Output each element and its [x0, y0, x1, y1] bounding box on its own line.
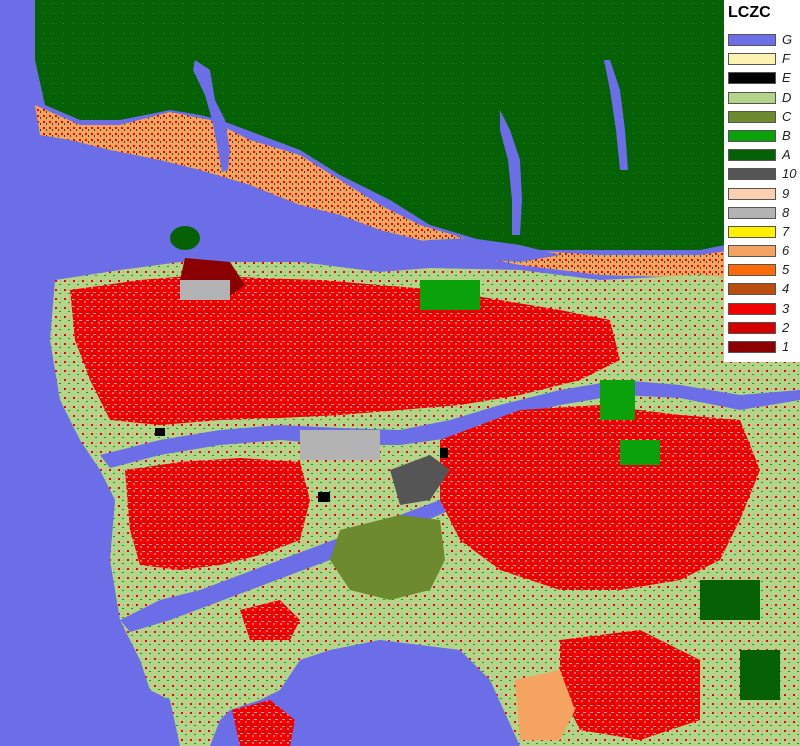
legend-item: 5 — [728, 261, 800, 280]
legend-swatch — [728, 187, 776, 200]
legend-item: C — [728, 108, 800, 127]
legend-title: LCZC — [728, 4, 771, 21]
legend-label: 4 — [782, 281, 790, 297]
legend-label: G — [782, 32, 793, 47]
bare-rock — [155, 428, 165, 436]
legend-label: 3 — [782, 300, 790, 316]
legend-swatch — [728, 34, 776, 46]
legend-item: B — [728, 127, 800, 146]
legend-label: D — [782, 89, 792, 105]
legend-label: 8 — [782, 204, 790, 220]
legend-swatch — [728, 206, 776, 219]
legend-label: A — [782, 147, 791, 163]
legend-label: 2 — [782, 319, 790, 335]
legend-swatch — [728, 129, 776, 142]
legend-item: 2 — [728, 319, 800, 338]
forest-patch — [700, 580, 760, 620]
legend-label: 5 — [782, 262, 790, 278]
legend-swatch — [728, 91, 776, 104]
green-patch-2 — [600, 380, 635, 420]
legend-label: E — [782, 70, 791, 86]
legend-label: 7 — [782, 223, 790, 239]
legend-item: E — [728, 69, 800, 88]
legend-label: 6 — [782, 243, 790, 259]
legend-swatch — [728, 168, 776, 181]
legend-swatch — [728, 283, 776, 296]
forest-patch-2 — [740, 650, 780, 700]
legend-swatch — [728, 341, 776, 353]
legend-item: G — [728, 31, 800, 50]
legend-item: 9 — [728, 185, 800, 204]
legend-swatch — [728, 321, 776, 334]
legend-swatch — [728, 245, 776, 258]
legend-label: 9 — [782, 185, 790, 201]
legend-item: 10 — [728, 165, 800, 184]
legend-item: 3 — [728, 300, 800, 319]
legend-label: C — [782, 108, 792, 124]
map-legend: LCZC G F E D C B A 10 9 8 7 6 5 4 3 2 1 — [724, 0, 800, 362]
green-patch-3 — [420, 280, 480, 310]
legend-item: 8 — [728, 204, 800, 223]
bare-rock-3 — [440, 448, 448, 458]
legend-swatch — [728, 264, 776, 277]
legend-label: F — [782, 51, 790, 67]
bare-rock-2 — [318, 492, 330, 502]
legend-item: F — [728, 50, 800, 69]
legend-swatch — [728, 53, 776, 66]
legend-swatch — [728, 302, 776, 315]
legend-item: 1 — [728, 338, 800, 357]
legend-item: A — [728, 146, 800, 165]
green-patch — [620, 440, 660, 465]
legend-label: 1 — [782, 339, 790, 354]
legend-swatch — [728, 72, 776, 85]
legend-item: D — [728, 89, 800, 108]
legend-items: G F E D C B A 10 9 8 7 6 5 4 3 2 1 — [728, 31, 800, 357]
industrial-patch-2 — [180, 280, 230, 300]
legend-swatch — [728, 149, 776, 162]
legend-label: B — [782, 127, 791, 143]
legend-swatch — [728, 110, 776, 123]
legend-item: 7 — [728, 223, 800, 242]
land-cover-map — [0, 0, 800, 746]
legend-item: 4 — [728, 280, 800, 299]
legend-label: 10 — [782, 166, 797, 182]
legend-swatch — [728, 225, 776, 238]
stanley-park — [170, 226, 200, 250]
legend-item: 6 — [728, 242, 800, 261]
industrial-patch — [300, 430, 380, 460]
